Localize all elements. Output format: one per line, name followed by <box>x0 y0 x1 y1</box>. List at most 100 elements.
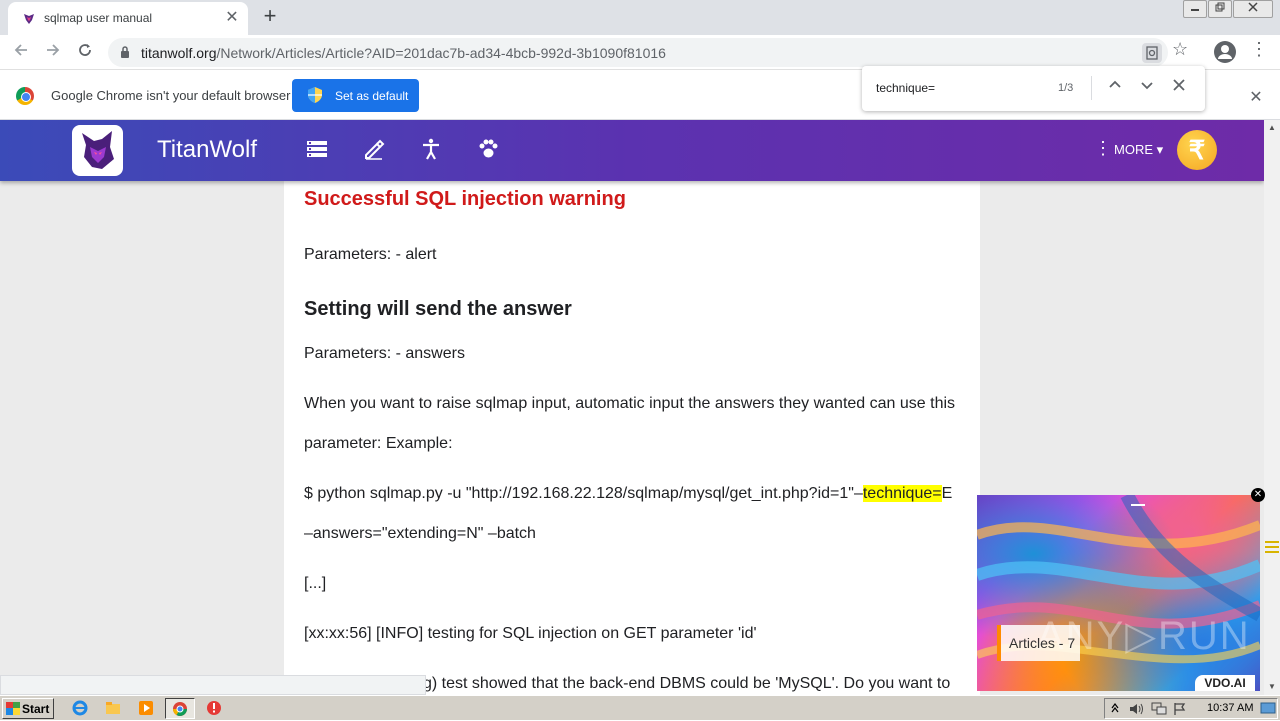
windows-flag-icon <box>6 702 20 715</box>
command-text: $ python sqlmap.py -u "http://192.168.22… <box>304 485 863 502</box>
reload-button[interactable] <box>72 39 98 65</box>
site-name[interactable]: TitanWolf <box>157 136 257 164</box>
chrome-menu-icon[interactable]: ⋮ <box>1250 39 1268 60</box>
chevron-up-icon <box>1109 80 1121 88</box>
command-tail: E <box>941 485 953 502</box>
pencil-icon <box>365 139 385 160</box>
find-next-button[interactable] <box>1137 78 1157 98</box>
ellipsis-text: [...] <box>304 575 327 592</box>
more-dots-icon[interactable]: ⋮ <box>1094 138 1112 159</box>
infobar-close-icon[interactable]: ✕ <box>1246 87 1266 107</box>
forward-arrow-icon <box>47 44 60 56</box>
bookmark-star-icon[interactable]: ☆ <box>1172 39 1188 60</box>
scroll-up-icon[interactable]: ▲ <box>1264 120 1280 136</box>
nav-list-icon[interactable] <box>305 137 329 161</box>
find-close-button[interactable] <box>1169 78 1189 98</box>
back-arrow-icon <box>14 44 27 56</box>
windows-taskbar: Start 10:37 AM <box>0 695 1280 720</box>
chrome-logo-icon <box>16 87 34 105</box>
tray-expand-icon[interactable] <box>1111 702 1119 714</box>
volume-icon[interactable] <box>1129 702 1145 716</box>
tab-title: sqlmap user manual <box>44 11 153 25</box>
chevron-down-icon <box>1141 82 1153 90</box>
article-body: Successful SQL injection warning Paramet… <box>284 181 980 695</box>
stack-list-icon <box>307 141 327 157</box>
find-previous-button[interactable] <box>1105 78 1125 98</box>
titanwolf-favicon-icon <box>24 14 34 24</box>
paw-icon <box>479 139 498 158</box>
rupee-coin-icon[interactable]: ₹ <box>1177 130 1217 170</box>
dbms-log-line: g) test showed that the back-end DBMS co… <box>423 675 951 692</box>
chrome-icon <box>173 702 187 716</box>
wolf-logo-icon <box>82 131 114 169</box>
opera-icon[interactable] <box>206 700 222 716</box>
new-tab-button[interactable]: + <box>258 4 282 28</box>
ad-close-icon[interactable]: ✕ <box>1251 488 1265 502</box>
url-text[interactable]: titanwolf.org/Network/Articles/Article?A… <box>141 45 666 61</box>
params-alert-text: Parameters: - alert <box>304 246 437 263</box>
more-menu[interactable]: MORE ▾ <box>1114 142 1163 158</box>
minimize-button[interactable] <box>1183 0 1207 18</box>
explorer-folder-icon[interactable] <box>105 700 121 716</box>
titanwolf-logo[interactable] <box>72 125 123 176</box>
scroll-down-icon[interactable]: ▼ <box>1264 679 1280 695</box>
tab-close-icon[interactable]: ✕ <box>222 8 242 28</box>
heading-send-answer: Setting will send the answer <box>304 298 572 320</box>
restore-icon <box>1215 2 1225 12</box>
find-in-page-icon[interactable] <box>1142 43 1162 63</box>
action-center-flag-icon[interactable] <box>1173 702 1187 716</box>
find-input[interactable] <box>876 80 1036 96</box>
find-result-marker <box>1265 541 1279 543</box>
ie-e-icon <box>72 700 88 716</box>
browser-tab[interactable]: sqlmap user manual ✕ <box>8 2 248 35</box>
nav-edit-icon[interactable] <box>362 137 386 161</box>
forward-button[interactable] <box>40 39 66 65</box>
play-icon <box>139 701 153 715</box>
video-ad[interactable]: ANY▷RUN Articles - 7 VDO.AI <box>977 495 1260 691</box>
opera-o-icon <box>207 701 221 715</box>
vdo-ai-badge[interactable]: VDO.AI <box>1195 675 1255 691</box>
info-log-line: [xx:xx:56] [INFO] testing for SQL inject… <box>304 625 757 642</box>
close-window-button[interactable] <box>1233 0 1273 18</box>
accessibility-icon <box>423 138 439 160</box>
find-result-marker <box>1265 546 1279 548</box>
media-player-icon[interactable] <box>138 700 154 716</box>
command-line-2: –answers="extending=N" –batch <box>304 525 536 542</box>
find-divider <box>1091 76 1092 100</box>
person-icon <box>1218 45 1232 59</box>
browser-toolbar: titanwolf.org/Network/Articles/Article?A… <box>0 35 1280 70</box>
infobar-message: Google Chrome isn't your default browser <box>51 88 291 103</box>
back-button[interactable] <box>8 39 34 65</box>
close-icon <box>1173 79 1185 91</box>
set-as-default-button[interactable]: Set as default <box>292 79 419 112</box>
minimize-icon <box>1191 9 1199 11</box>
profile-avatar-icon[interactable] <box>1214 41 1236 63</box>
url-path: /Network/Articles/Article?AID=201dac7b-a… <box>216 45 666 61</box>
nav-accessibility-icon[interactable] <box>419 137 443 161</box>
nav-paw-icon[interactable] <box>476 137 500 161</box>
site-header: TitanWolf ⋮ MORE ▾ ₹ <box>0 120 1264 181</box>
network-icon[interactable] <box>1151 702 1167 716</box>
paragraph-line-1: When you want to raise sqlmap input, aut… <box>304 395 956 412</box>
abstract-swirl-image <box>977 495 1260 664</box>
paragraph-line-2: parameter: Example: <box>304 435 453 452</box>
close-window-icon <box>1248 2 1258 12</box>
params-answers-text: Parameters: - answers <box>304 345 465 362</box>
ie-icon[interactable] <box>72 700 88 716</box>
tab-strip: sqlmap user manual ✕ + <box>0 0 1280 35</box>
chrome-taskbar-button[interactable] <box>165 698 195 719</box>
uac-shield-icon <box>308 87 322 103</box>
show-desktop-icon[interactable] <box>1260 702 1276 714</box>
command-line-1: $ python sqlmap.py -u "http://192.168.22… <box>304 485 952 503</box>
reload-icon <box>79 44 91 56</box>
taskbar-clock[interactable]: 10:37 AM <box>1207 702 1253 714</box>
folder-icon <box>106 702 120 714</box>
restore-button[interactable] <box>1208 0 1232 18</box>
lock-icon <box>121 46 129 58</box>
find-match-count: 1/3 <box>1058 82 1074 94</box>
magnifier-icon <box>1146 46 1158 60</box>
address-bar[interactable]: titanwolf.org/Network/Articles/Article?A… <box>108 38 1168 67</box>
page-scrollbar[interactable]: ▲ ▼ <box>1264 120 1280 695</box>
ad-articles-label[interactable]: Articles - 7 <box>997 625 1080 661</box>
start-button[interactable]: Start <box>2 698 54 719</box>
